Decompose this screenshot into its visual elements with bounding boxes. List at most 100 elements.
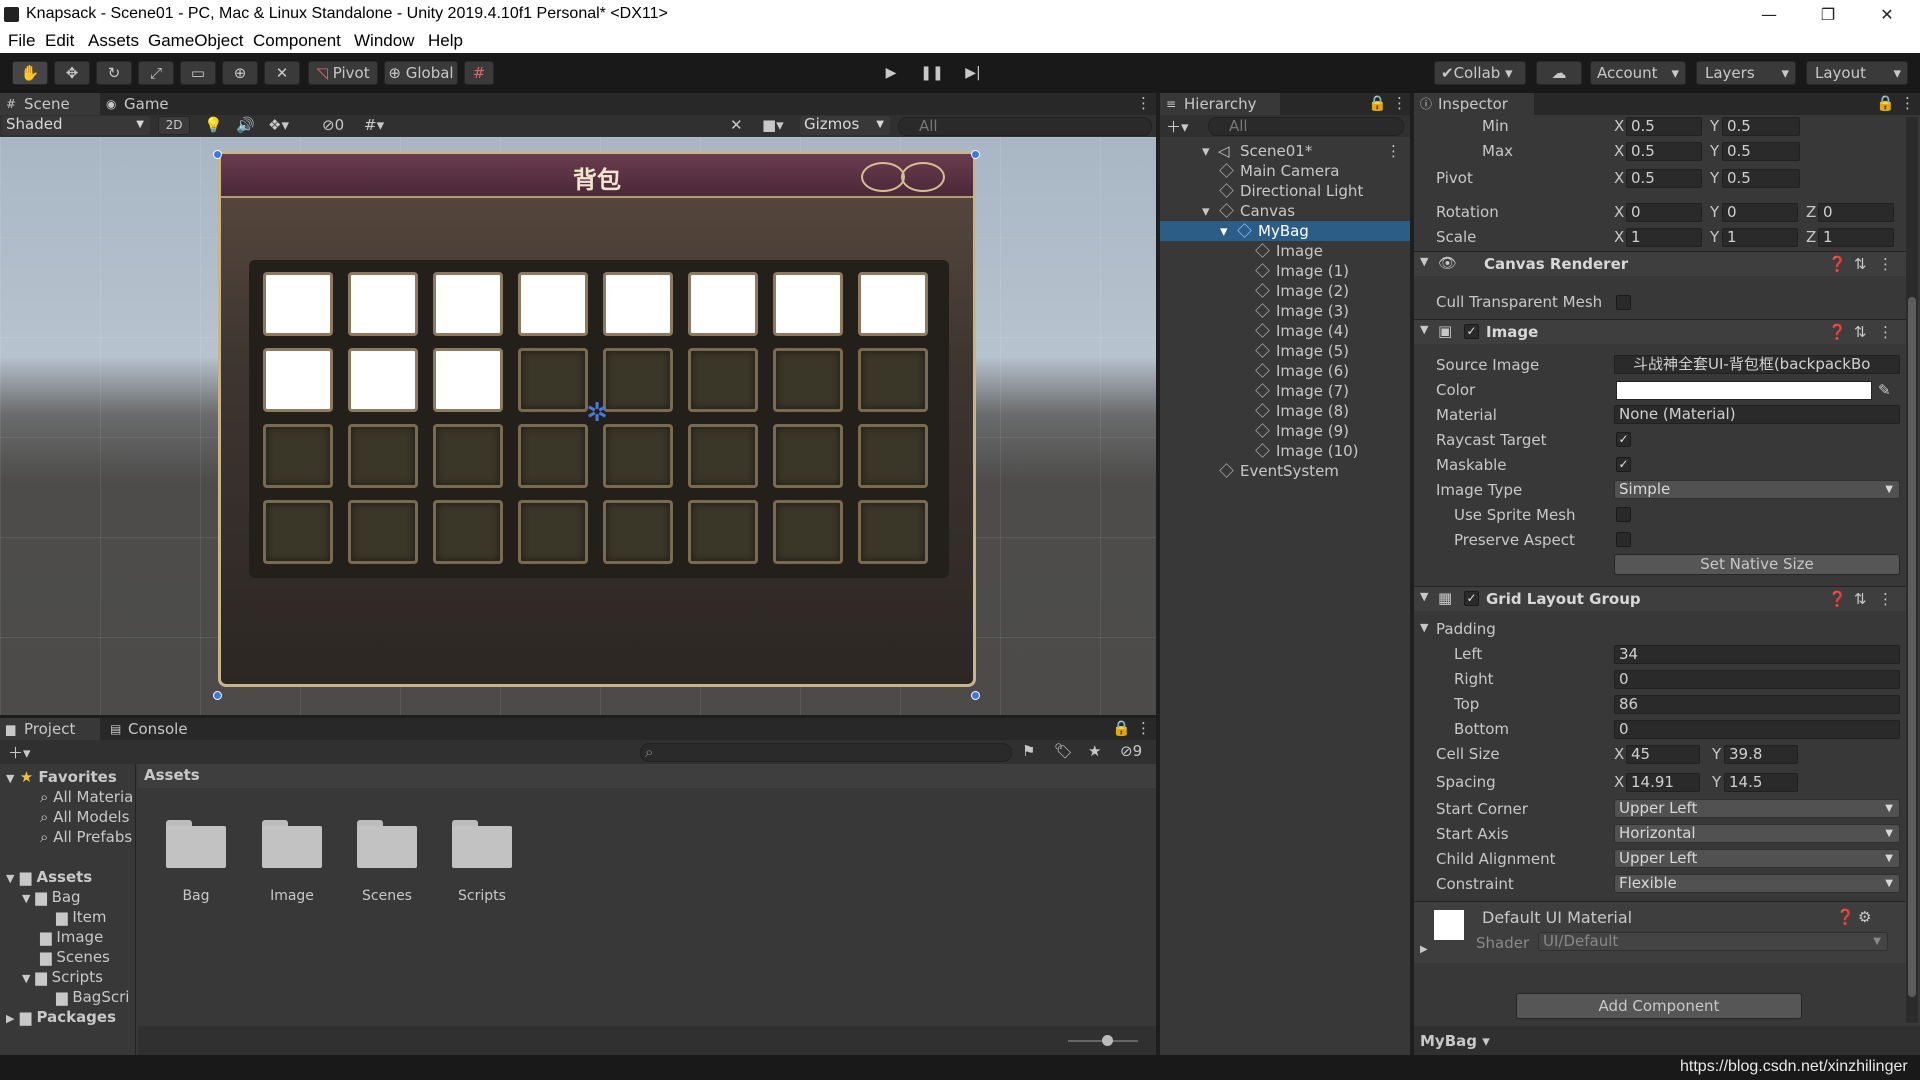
- scale-x-field[interactable]: 1: [1626, 228, 1702, 247]
- rotation-y-field[interactable]: 0: [1722, 203, 1798, 222]
- anchor-min-y-field[interactable]: 0.5: [1722, 117, 1800, 136]
- menu-window[interactable]: Window: [354, 31, 414, 51]
- expand-arrow-icon[interactable]: ▶: [1420, 944, 1428, 955]
- grid-enabled-checkbox[interactable]: ✓: [1464, 591, 1479, 606]
- play-button[interactable]: ▶: [876, 61, 906, 85]
- tree-folder-bagscripts[interactable]: ▆ BagScri: [56, 988, 129, 1006]
- bag-slot[interactable]: [348, 272, 418, 336]
- raycast-checkbox[interactable]: ✓: [1616, 432, 1631, 447]
- search-by-label-icon[interactable]: 🏷: [1054, 742, 1073, 760]
- create-icon[interactable]: ＋▾: [1166, 116, 1189, 137]
- favorite-item[interactable]: ⌕ All Models: [40, 808, 129, 826]
- camera-icon[interactable]: ■▾: [762, 116, 784, 134]
- pivot-x-field[interactable]: 0.5: [1626, 169, 1702, 188]
- rect-tool-icon[interactable]: ▭: [180, 61, 216, 85]
- collab-dropdown[interactable]: ✔Collab ▾: [1434, 61, 1526, 85]
- move-tool-icon[interactable]: ✥: [54, 61, 90, 85]
- footer-object-dropdown[interactable]: MyBag ▾: [1420, 1032, 1490, 1050]
- rect-handle[interactable]: [971, 150, 980, 159]
- maximize-button[interactable]: ❐: [1805, 3, 1851, 27]
- hidden-packages-icon[interactable]: ⊘9: [1120, 742, 1142, 760]
- tab-game[interactable]: ◉ Game: [100, 93, 180, 115]
- maskable-checkbox[interactable]: ✓: [1616, 457, 1631, 472]
- folder-bag-icon[interactable]: [166, 820, 226, 868]
- bag-slot[interactable]: [433, 500, 503, 564]
- tab-hierarchy[interactable]: ≡ Hierarchy: [1160, 93, 1280, 115]
- padding-right-field[interactable]: 0: [1614, 670, 1900, 689]
- project-menu-icon[interactable]: ⋮: [1136, 719, 1151, 737]
- bag-slot[interactable]: [433, 348, 503, 412]
- favorite-item[interactable]: ⌕ All Materia: [40, 788, 133, 806]
- preset-icon[interactable]: ⇅: [1854, 590, 1867, 608]
- hierarchy-item[interactable]: Directional Light: [1160, 181, 1410, 201]
- bag-slot[interactable]: [263, 272, 333, 336]
- pause-button[interactable]: ❚❚: [917, 61, 947, 85]
- bag-slot[interactable]: [858, 348, 928, 412]
- pivot-y-field[interactable]: 0.5: [1722, 169, 1800, 188]
- hierarchy-item[interactable]: Image (3): [1160, 301, 1410, 321]
- hierarchy-item[interactable]: ▾ MyBag: [1160, 221, 1410, 241]
- help-icon[interactable]: ❓: [1828, 323, 1847, 341]
- canvas-renderer-header[interactable]: ▼ 👁 Canvas Renderer ❓ ⇅ ⋮: [1414, 251, 1910, 276]
- search-by-type-icon[interactable]: ⚑: [1022, 742, 1035, 760]
- cull-mesh-checkbox[interactable]: [1616, 295, 1631, 310]
- anchor-max-x-field[interactable]: 0.5: [1626, 142, 1702, 161]
- rect-handle[interactable]: [213, 150, 222, 159]
- scale-z-field[interactable]: 1: [1818, 228, 1894, 247]
- constraint-dropdown[interactable]: Flexible ▼: [1614, 874, 1900, 893]
- lock-icon[interactable]: 🔒: [1112, 719, 1131, 737]
- bag-slot[interactable]: [433, 272, 503, 336]
- padding-left-field[interactable]: 34: [1614, 645, 1900, 664]
- hierarchy-item[interactable]: Image (2): [1160, 281, 1410, 301]
- bag-slot[interactable]: [518, 500, 588, 564]
- hierarchy-item[interactable]: EventSystem: [1160, 461, 1410, 481]
- hierarchy-item[interactable]: Image: [1160, 241, 1410, 261]
- minimize-button[interactable]: —: [1746, 3, 1792, 27]
- bag-slot[interactable]: [348, 424, 418, 488]
- bag-slot[interactable]: [688, 424, 758, 488]
- scale-tool-icon[interactable]: ⤢: [138, 61, 174, 85]
- grid-layout-header[interactable]: ▼ ▦ ✓ Grid Layout Group ❓ ⇅ ⋮: [1414, 586, 1910, 611]
- layers-dropdown[interactable]: Layers ▾: [1696, 61, 1796, 85]
- hierarchy-item[interactable]: Image (8): [1160, 401, 1410, 421]
- eyedropper-icon[interactable]: ✎: [1878, 381, 1891, 399]
- component-menu-icon[interactable]: ⋮: [1878, 590, 1893, 608]
- tree-folder-item[interactable]: ▆ Item: [56, 908, 106, 926]
- folder-scenes-icon[interactable]: [357, 820, 417, 868]
- menu-help[interactable]: Help: [428, 31, 463, 51]
- folder-image-icon[interactable]: [262, 820, 322, 868]
- component-menu-icon[interactable]: ⋮: [1878, 255, 1893, 273]
- menu-edit[interactable]: Edit: [45, 31, 74, 51]
- source-image-field[interactable]: 斗战神全套UI-背包框(backpackBo: [1614, 355, 1900, 374]
- help-icon[interactable]: ❓: [1828, 255, 1847, 273]
- rotation-z-field[interactable]: 0: [1818, 203, 1894, 222]
- breadcrumb-assets[interactable]: Assets: [144, 766, 200, 784]
- audio-icon[interactable]: 🔊: [236, 116, 255, 134]
- rect-handle[interactable]: [213, 691, 222, 700]
- bag-slot[interactable]: [688, 348, 758, 412]
- step-button[interactable]: ▶|: [958, 61, 988, 85]
- bag-slot[interactable]: [688, 500, 758, 564]
- bag-slot[interactable]: [773, 500, 843, 564]
- sprite-mesh-checkbox[interactable]: [1616, 507, 1631, 522]
- shading-dropdown[interactable]: Shaded ▼: [2, 116, 150, 135]
- image-type-dropdown[interactable]: Simple ▼: [1614, 480, 1900, 499]
- expand-arrow-icon[interactable]: ▾: [1202, 201, 1210, 221]
- help-icon[interactable]: ❓: [1836, 908, 1855, 926]
- tab-project[interactable]: ▆ Project: [0, 718, 100, 740]
- bag-slot[interactable]: [603, 424, 673, 488]
- start-axis-dropdown[interactable]: Horizontal ▼: [1614, 824, 1900, 843]
- spacing-y-field[interactable]: 14.5: [1724, 773, 1798, 792]
- bag-slot[interactable]: [518, 424, 588, 488]
- grid-toggle-icon[interactable]: #▾: [364, 116, 384, 134]
- scene-menu-icon[interactable]: ⋮: [1136, 94, 1151, 112]
- project-search-input[interactable]: ⌕: [640, 743, 1012, 762]
- image-component-header[interactable]: ▼ ▣ ✓ Image ❓ ⇅ ⋮: [1414, 319, 1910, 344]
- pivot-toggle[interactable]: ◹ Pivot: [308, 61, 378, 85]
- bag-slot[interactable]: [773, 272, 843, 336]
- favorites-row[interactable]: ▼ ★ Favorites: [6, 768, 117, 786]
- zoom-slider-thumb[interactable]: [1102, 1035, 1113, 1046]
- bag-slot[interactable]: [773, 348, 843, 412]
- custom-tool-icon[interactable]: ✕: [264, 61, 300, 85]
- tab-console[interactable]: ▤ Console: [104, 718, 204, 740]
